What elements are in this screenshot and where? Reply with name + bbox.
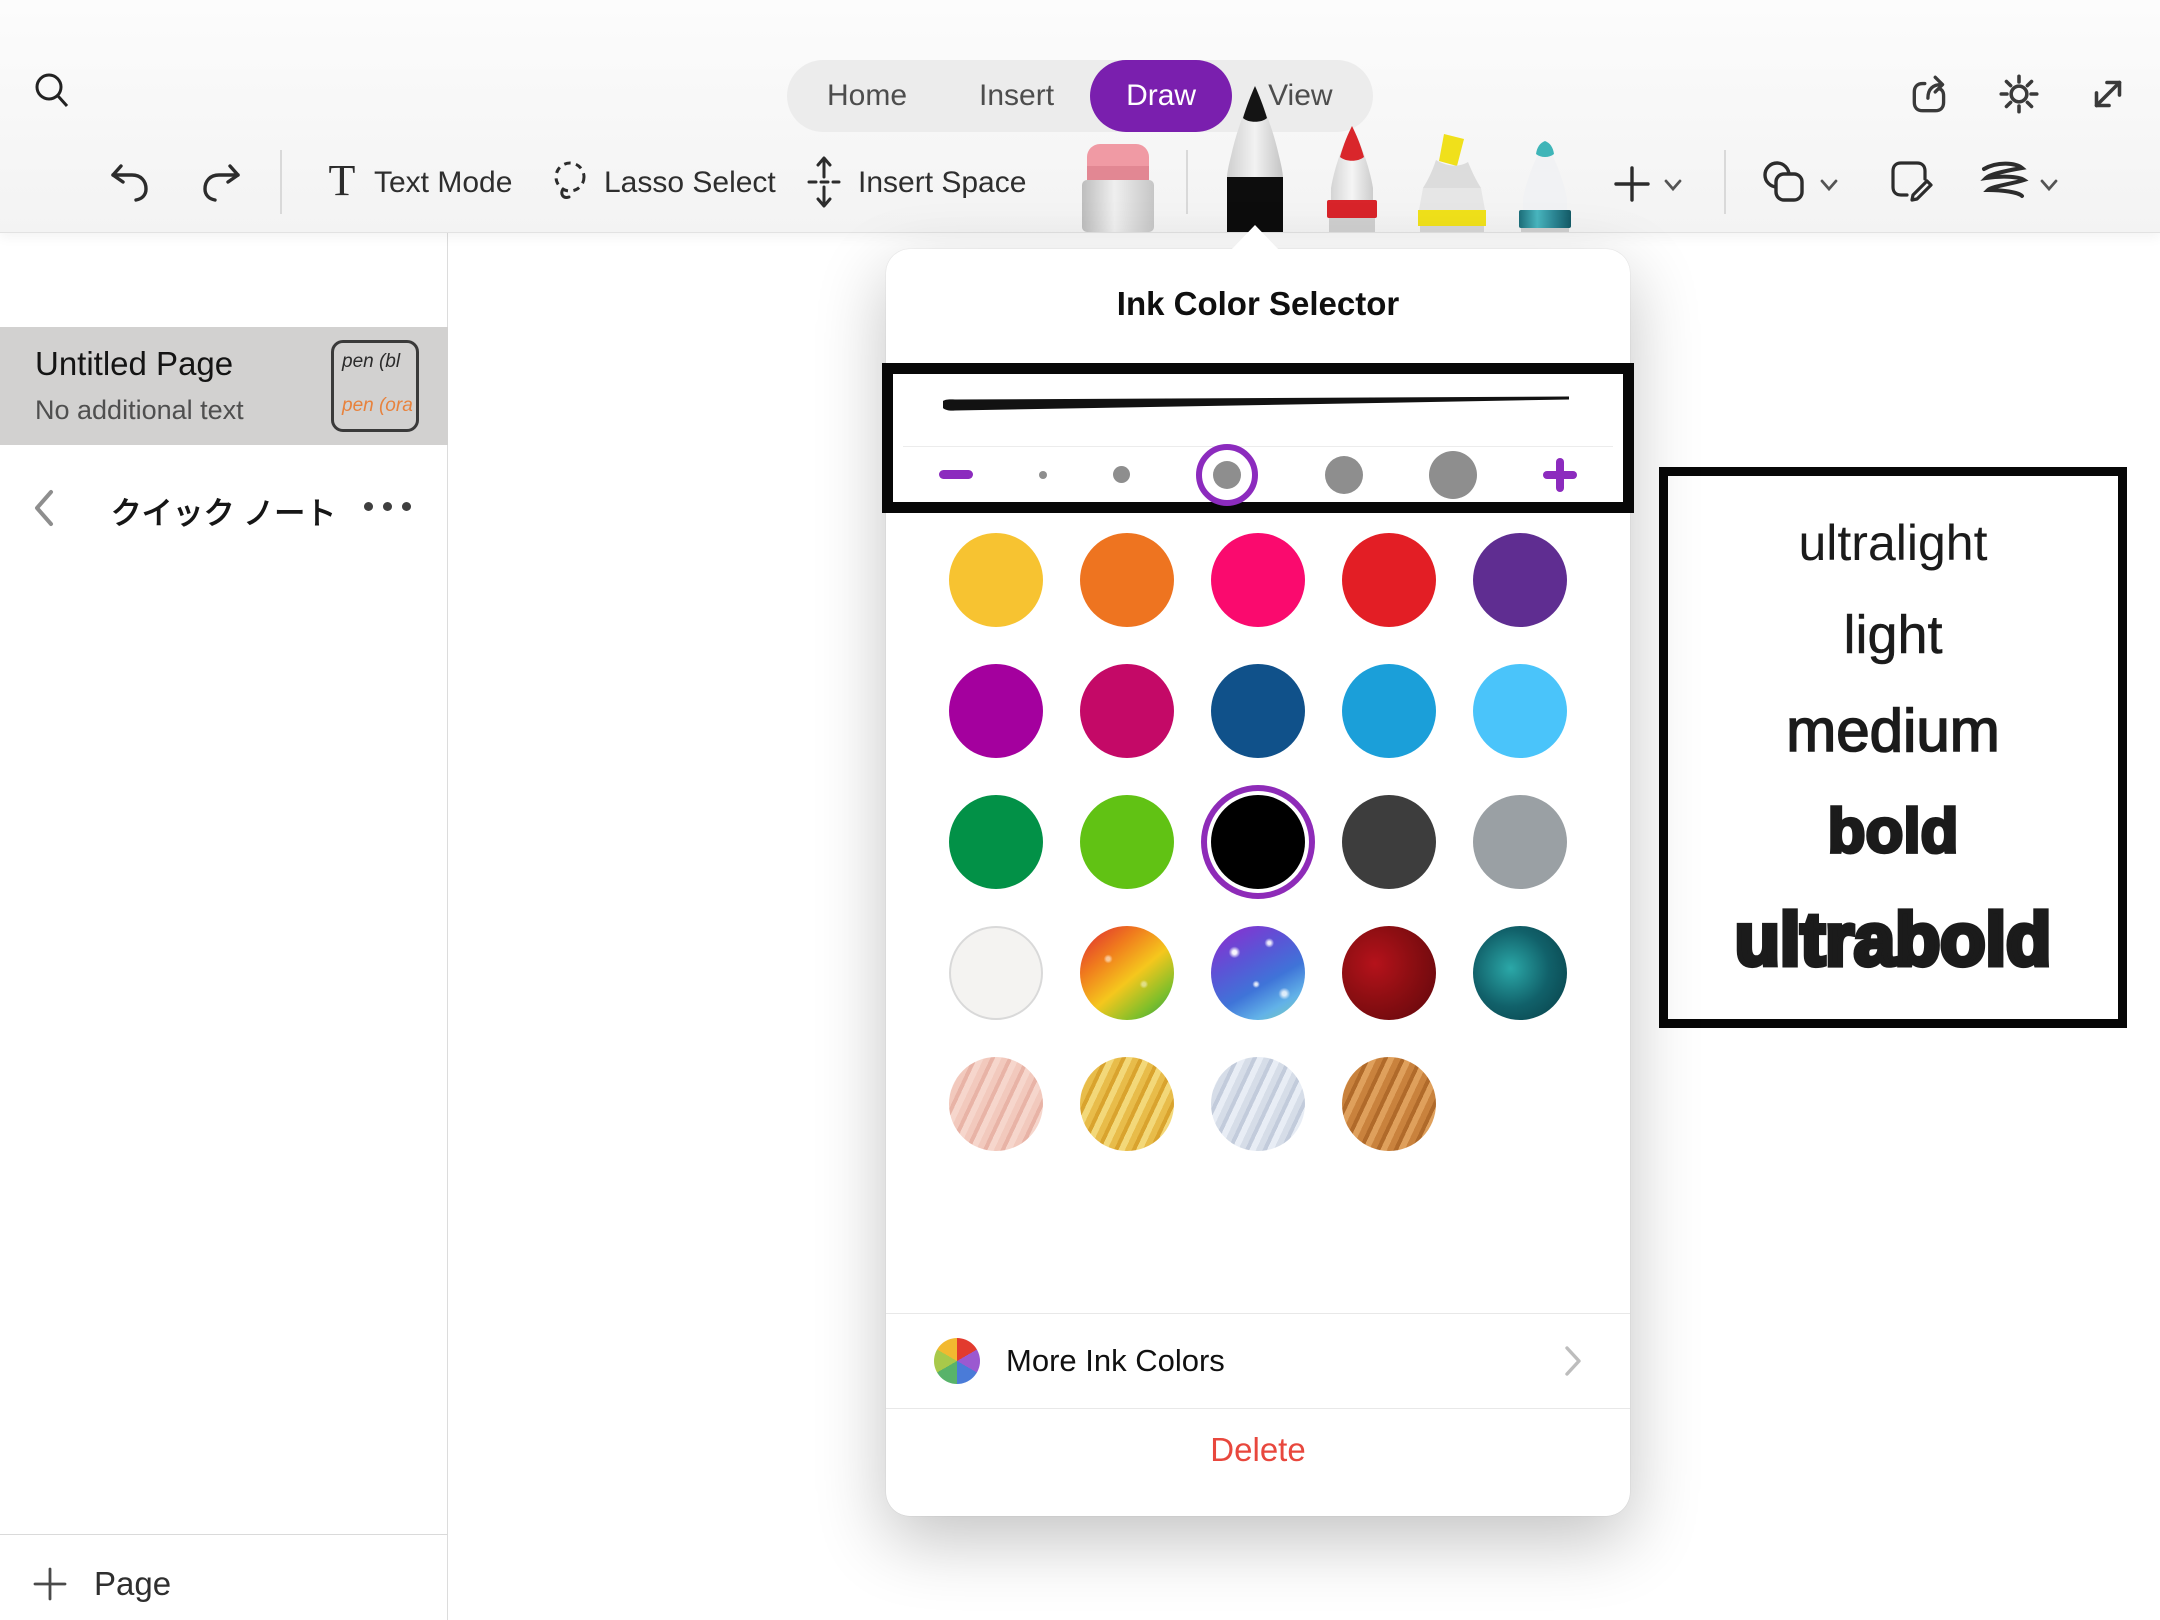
stroke-width-preview: [939, 390, 1577, 418]
ink-color-swatch-black[interactable]: [1211, 795, 1305, 889]
ink-effects-squiggle-icon[interactable]: [1975, 156, 2031, 208]
handwriting-sample-medium: medium: [1786, 701, 1999, 761]
page-thumbnail: pen (bl pen (ora: [331, 340, 419, 432]
ink-color-swatch-dark-pink[interactable]: [1080, 664, 1174, 758]
yellow-highlighter-icon[interactable]: [1406, 130, 1498, 232]
thumbnail-ink-line: pen (ora: [342, 395, 413, 417]
ink-color-grid: [931, 533, 1585, 1151]
settings-gear-icon[interactable]: [1995, 70, 2043, 118]
ink-color-swatch-dark-gray[interactable]: [1342, 795, 1436, 889]
increase-width-plus-button[interactable]: [1543, 458, 1577, 492]
tab-home[interactable]: Home: [791, 60, 943, 132]
page-subtitle: No additional text: [35, 395, 244, 426]
lasso-select-icon[interactable]: [544, 154, 596, 210]
share-icon[interactable]: [1906, 70, 1954, 118]
page-list-sidebar: クイック ノート Untitled Page No additional tex…: [0, 232, 448, 1620]
popup-callout-arrow: [1231, 225, 1279, 250]
galaxy-pencil-icon[interactable]: [1505, 136, 1585, 232]
ink-color-swatch-rose-gold[interactable]: [949, 1057, 1043, 1151]
ink-color-swatch-light-green[interactable]: [1080, 795, 1174, 889]
ink-color-swatch-bronze[interactable]: [1342, 1057, 1436, 1151]
ink-color-selector-popup: Ink Color Selector More Ink Colors Delet…: [886, 249, 1630, 1516]
shapes-chevron-down-icon[interactable]: [1818, 176, 1840, 194]
ink-effects-chevron-down-icon[interactable]: [2038, 176, 2060, 194]
more-ink-colors-label: More Ink Colors: [1006, 1343, 1564, 1379]
insert-space-button[interactable]: Insert Space: [858, 166, 1026, 200]
ink-color-swatch-navy-blue[interactable]: [1211, 664, 1305, 758]
add-page-button[interactable]: Page: [0, 1548, 448, 1620]
more-ink-colors-row[interactable]: More Ink Colors: [886, 1313, 1630, 1409]
popup-title: Ink Color Selector: [886, 285, 1630, 323]
ink-color-swatch-sky-blue[interactable]: [1473, 664, 1567, 758]
chevron-right-icon: [1564, 1345, 1582, 1377]
stroke-size-dot-8[interactable]: [1039, 471, 1047, 479]
ink-to-shape-icon[interactable]: [1886, 156, 1938, 208]
toolbar-divider: [1186, 150, 1188, 214]
stroke-size-dot-selected[interactable]: [1196, 444, 1258, 506]
add-pen-chevron-down-icon[interactable]: [1662, 176, 1684, 194]
onenote-app: HomeInsertDrawView: [0, 0, 2160, 1620]
insert-space-icon[interactable]: [800, 154, 848, 210]
ink-color-swatch-purple[interactable]: [1473, 533, 1567, 627]
stroke-size-dot-28[interactable]: [1213, 461, 1241, 489]
stroke-size-dot-48[interactable]: [1429, 451, 1477, 499]
stroke-width-annotation-box: [882, 363, 1634, 513]
toolbar-divider: [280, 150, 282, 214]
sidebar-more-ellipsis-icon[interactable]: [364, 502, 411, 511]
page-list-item-selected[interactable]: Untitled Page No additional text pen (bl…: [0, 327, 448, 445]
ink-color-swatch-white[interactable]: [949, 926, 1043, 1020]
tab-insert[interactable]: Insert: [943, 60, 1090, 132]
eraser-tool-icon[interactable]: [1070, 140, 1166, 232]
red-pen-icon[interactable]: [1310, 120, 1394, 232]
ink-color-swatch-galaxy[interactable]: [1211, 926, 1305, 1020]
resize-window-icon[interactable]: [2084, 70, 2132, 118]
color-wheel-icon: [934, 1338, 980, 1384]
add-page-plus-icon: [32, 1566, 68, 1602]
thumbnail-ink-line: pen (bl: [342, 351, 400, 373]
shapes-icon[interactable]: [1758, 156, 1810, 208]
black-pen-icon-selected[interactable]: [1207, 82, 1303, 232]
ink-color-swatch-rainbow-glitter[interactable]: [1080, 926, 1174, 1020]
ink-color-swatch-gold[interactable]: [1080, 1057, 1174, 1151]
handwriting-sample-ultralight: ultralight: [1799, 518, 1988, 568]
text-mode-icon[interactable]: T: [318, 152, 366, 208]
ink-color-swatch-blue[interactable]: [1342, 664, 1436, 758]
top-chrome: HomeInsertDrawView: [0, 0, 2160, 232]
sidebar-footer-divider: [0, 1534, 448, 1535]
ink-color-swatch-green[interactable]: [949, 795, 1043, 889]
ink-color-swatch-red-marble[interactable]: [1342, 926, 1436, 1020]
toolbar-divider: [1724, 150, 1726, 214]
page-title: Untitled Page: [35, 345, 233, 383]
ink-color-swatch-silver[interactable]: [1211, 1057, 1305, 1151]
ink-color-swatch-orange[interactable]: [1080, 533, 1174, 627]
ink-color-swatch-golden-yellow[interactable]: [949, 533, 1043, 627]
undo-icon[interactable]: [105, 158, 153, 206]
handwriting-sample-light: light: [1843, 608, 1942, 662]
add-page-label: Page: [94, 1565, 171, 1603]
ink-color-swatch-gray[interactable]: [1473, 795, 1567, 889]
add-pen-plus-icon[interactable]: [1612, 164, 1652, 204]
delete-pen-button[interactable]: Delete: [886, 1431, 1630, 1469]
ink-color-swatch-teal-marble[interactable]: [1473, 926, 1567, 1020]
ink-color-swatch-red[interactable]: [1342, 533, 1436, 627]
stroke-size-dot-17[interactable]: [1113, 466, 1130, 483]
stroke-width-size-row: [893, 447, 1623, 502]
text-mode-button[interactable]: Text Mode: [374, 166, 512, 200]
ink-color-swatch-hot-pink[interactable]: [1211, 533, 1305, 627]
handwriting-sample-bold: bold: [1828, 801, 1959, 863]
redo-icon[interactable]: [198, 158, 246, 206]
ink-color-swatch-magenta[interactable]: [949, 664, 1043, 758]
search-icon[interactable]: [28, 66, 76, 114]
lasso-select-button[interactable]: Lasso Select: [604, 166, 776, 200]
decrease-width-minus-button[interactable]: [939, 470, 973, 479]
stroke-size-dot-38[interactable]: [1325, 456, 1363, 494]
stroke-weight-samples-annotation-box: ultralight light medium bold ultrabold: [1659, 467, 2127, 1028]
handwriting-sample-ultrabold: ultrabold: [1735, 903, 2052, 977]
